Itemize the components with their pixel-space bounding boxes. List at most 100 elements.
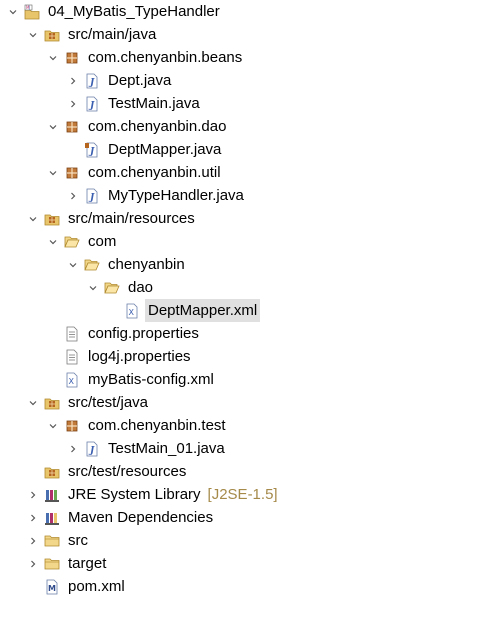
- library-icon: [44, 487, 60, 503]
- expand-chevron-icon[interactable]: [26, 529, 40, 552]
- svg-text:J: J: [88, 78, 95, 88]
- tree-item-src-main-resources[interactable]: src/main/resources: [0, 207, 495, 230]
- tree-item-src-test-resources[interactable]: src/test/resources: [0, 460, 495, 483]
- svg-text:X: X: [69, 377, 75, 386]
- tree-item-log4j-properties[interactable]: log4j.properties: [0, 345, 495, 368]
- java-file-icon: J: [84, 441, 100, 457]
- expand-chevron-icon[interactable]: [66, 437, 80, 460]
- tree-item-mybatis-config-xml[interactable]: XmyBatis-config.xml: [0, 368, 495, 391]
- tree-item-chenyanbin[interactable]: chenyanbin: [0, 253, 495, 276]
- tree-item-label: pom.xml: [68, 578, 125, 595]
- tree-item-label: src/test/resources: [68, 463, 187, 480]
- collapse-chevron-icon[interactable]: [86, 276, 100, 299]
- tree-item-config-properties[interactable]: config.properties: [0, 322, 495, 345]
- xml-file-icon: X: [124, 303, 140, 319]
- tree-item-label: MyTypeHandler.java: [108, 187, 244, 204]
- source-folder-icon: [44, 211, 60, 227]
- tree-item-com-chenyanbin-dao[interactable]: com.chenyanbin.dao: [0, 115, 495, 138]
- tree-item-testmain-01-java[interactable]: J TestMain_01.java: [0, 437, 495, 460]
- svg-text:J: J: [88, 147, 95, 157]
- tree-item-src-test-java[interactable]: src/test/java: [0, 391, 495, 414]
- tree-item-target[interactable]: target: [0, 552, 495, 575]
- tree-item-label: log4j.properties: [88, 348, 191, 365]
- tree-item-label: dao: [128, 279, 154, 296]
- tree-item-pom-xml[interactable]: Mpom.xml: [0, 575, 495, 598]
- source-folder-icon: [44, 395, 60, 411]
- expand-chevron-icon[interactable]: [26, 483, 40, 506]
- package-icon: [64, 165, 80, 181]
- package-icon: [64, 418, 80, 434]
- expand-chevron-icon[interactable]: [26, 506, 40, 529]
- project-explorer-tree: M J 04_MyBatis_TypeHandler src/main/java com…: [0, 0, 495, 598]
- tree-item-deptmapper-java[interactable]: J DeptMapper.java: [0, 138, 495, 161]
- tree-item-src-main-java[interactable]: src/main/java: [0, 23, 495, 46]
- tree-item-label: src/main/resources: [68, 210, 195, 227]
- tree-item-label: Maven Dependencies: [68, 509, 214, 526]
- expand-chevron-icon[interactable]: [66, 184, 80, 207]
- tree-item-com-chenyanbin-test[interactable]: com.chenyanbin.test: [0, 414, 495, 437]
- tree-item-mytypehandler-java[interactable]: J MyTypeHandler.java: [0, 184, 495, 207]
- source-folder-icon: [44, 464, 60, 480]
- maven-project-icon: MJ: [24, 4, 40, 20]
- tree-item-com-chenyanbin-beans[interactable]: com.chenyanbin.beans: [0, 46, 495, 69]
- collapse-chevron-icon[interactable]: [26, 23, 40, 46]
- collapse-chevron-icon[interactable]: [46, 46, 60, 69]
- tree-item-label: config.properties: [88, 325, 199, 342]
- tree-item-com[interactable]: com: [0, 230, 495, 253]
- tree-item-label: com: [88, 233, 117, 250]
- tree-item-decoration: [J2SE-1.5]: [207, 486, 278, 503]
- tree-item-label: myBatis-config.xml: [88, 371, 214, 388]
- tree-item-deptmapper-xml[interactable]: X DeptMapper.xml: [0, 299, 495, 322]
- java-interface-file-icon: J: [84, 142, 100, 158]
- collapse-chevron-icon[interactable]: [46, 115, 60, 138]
- tree-item-label: JRE System Library: [68, 486, 201, 503]
- tree-item-jre-system-library[interactable]: JRE System Library [J2SE-1.5]: [0, 483, 495, 506]
- tree-item-label: src/main/java: [68, 26, 157, 43]
- open-folder-icon: [84, 257, 100, 273]
- java-file-icon: J: [84, 188, 100, 204]
- svg-text:J: J: [28, 5, 30, 10]
- tree-item-dept-java[interactable]: J Dept.java: [0, 69, 495, 92]
- svg-text:J: J: [88, 193, 95, 203]
- tree-item-label: 04_MyBatis_TypeHandler: [48, 3, 220, 20]
- tree-item-testmain-java[interactable]: J TestMain.java: [0, 92, 495, 115]
- tree-item-label: src: [68, 532, 88, 549]
- collapse-chevron-icon[interactable]: [6, 0, 20, 23]
- package-icon: [64, 119, 80, 135]
- tree-item-dao[interactable]: dao: [0, 276, 495, 299]
- collapse-chevron-icon[interactable]: [46, 230, 60, 253]
- collapse-chevron-icon[interactable]: [46, 161, 60, 184]
- package-icon: [64, 50, 80, 66]
- collapse-chevron-icon[interactable]: [46, 414, 60, 437]
- tree-item-com-chenyanbin-util[interactable]: com.chenyanbin.util: [0, 161, 495, 184]
- open-folder-icon: [64, 234, 80, 250]
- tree-item-04-mybatis-typehandler[interactable]: M J 04_MyBatis_TypeHandler: [0, 0, 495, 23]
- tree-item-src[interactable]: src: [0, 529, 495, 552]
- expand-chevron-icon[interactable]: [66, 69, 80, 92]
- tree-item-label: src/test/java: [68, 394, 149, 411]
- expand-chevron-icon[interactable]: [26, 552, 40, 575]
- text-file-icon: [64, 349, 80, 365]
- java-file-icon: J: [84, 96, 100, 112]
- svg-text:J: J: [88, 446, 95, 456]
- tree-item-label: chenyanbin: [108, 256, 185, 273]
- text-file-icon: [64, 326, 80, 342]
- tree-item-label: TestMain_01.java: [108, 440, 225, 457]
- xml-file-icon: X: [64, 372, 80, 388]
- expand-chevron-icon[interactable]: [66, 92, 80, 115]
- tree-item-label: com.chenyanbin.beans: [88, 49, 243, 66]
- tree-item-label: com.chenyanbin.dao: [88, 118, 227, 135]
- collapse-chevron-icon[interactable]: [26, 207, 40, 230]
- collapse-chevron-icon[interactable]: [66, 253, 80, 276]
- tree-item-maven-dependencies[interactable]: Maven Dependencies: [0, 506, 495, 529]
- folder-icon: [44, 556, 60, 572]
- svg-text:J: J: [88, 101, 95, 111]
- collapse-chevron-icon[interactable]: [26, 391, 40, 414]
- maven-library-icon: [44, 510, 60, 526]
